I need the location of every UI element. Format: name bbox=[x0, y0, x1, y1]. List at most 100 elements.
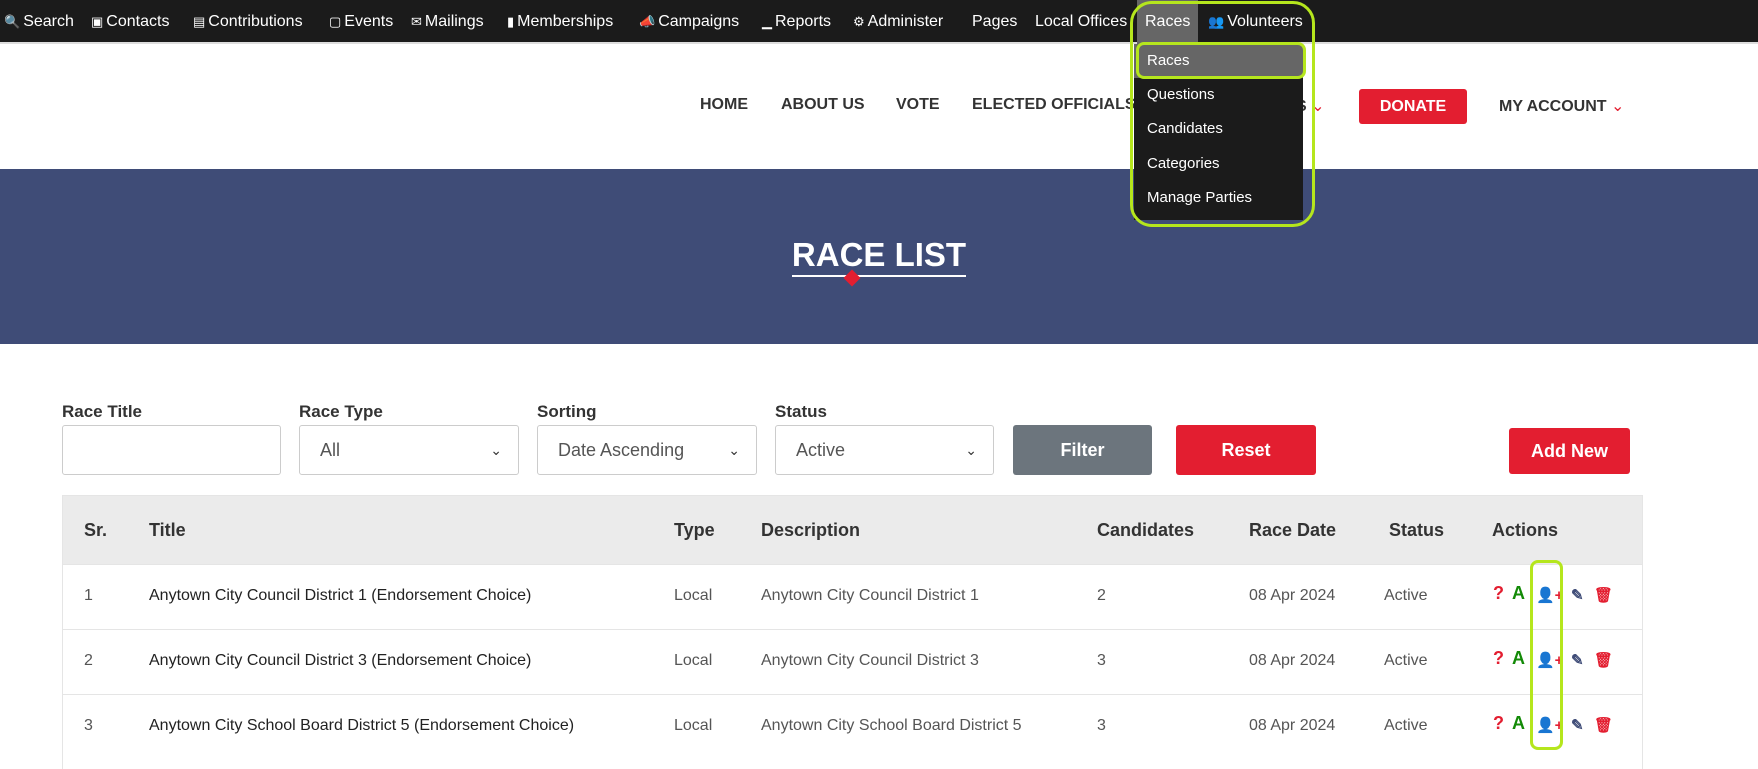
menu-mailings[interactable]: ✉ Mailings bbox=[411, 0, 484, 44]
race-title-label: Race Title bbox=[62, 402, 143, 421]
nav-vote[interactable]: VOTE bbox=[896, 96, 940, 114]
header-candidates: Candidates bbox=[1097, 520, 1195, 540]
header-description: Description bbox=[761, 520, 861, 540]
question-icon[interactable]: ? bbox=[1493, 713, 1504, 734]
cell-candidates: 2 bbox=[1097, 587, 1106, 604]
nav-elected-officials[interactable]: ELECTED OFFICIALS bbox=[972, 96, 1136, 114]
search-icon: 🔍 bbox=[4, 14, 21, 29]
menu-memberships[interactable]: ▮ Memberships bbox=[507, 0, 613, 44]
edit-icon[interactable]: ✎ bbox=[1571, 651, 1584, 669]
nav-about-us[interactable]: ABOUT US bbox=[781, 96, 865, 114]
highlight-outline-add-candidate-column bbox=[1530, 560, 1563, 750]
table-row: 2 Anytown City Council District 3 (Endors… bbox=[63, 629, 1642, 694]
trash-icon[interactable]: 🗑 bbox=[1594, 651, 1613, 669]
value: Date Ascending bbox=[558, 440, 685, 460]
cell-race-date: 08 Apr 2024 bbox=[1249, 587, 1336, 604]
header-status: Status bbox=[1389, 520, 1445, 540]
chevron-down-icon: ⌄ bbox=[490, 442, 502, 458]
question-icon[interactable]: ? bbox=[1493, 648, 1504, 669]
answer-a-icon[interactable]: A bbox=[1512, 713, 1525, 734]
header-type: Type bbox=[674, 520, 715, 540]
cell-race-date: 08 Apr 2024 bbox=[1249, 717, 1336, 734]
edit-icon[interactable]: ✎ bbox=[1571, 586, 1584, 604]
menu-events[interactable]: ▢ Events bbox=[329, 0, 393, 44]
chevron-down-icon: ⌄ bbox=[965, 442, 977, 458]
sorting-select[interactable]: Date Ascending ⌄ bbox=[537, 425, 757, 475]
nav-home[interactable]: HOME bbox=[700, 96, 748, 114]
reset-button[interactable]: Reset bbox=[1176, 425, 1316, 475]
label: Local Offices bbox=[1035, 13, 1128, 30]
cell-sr: 3 bbox=[84, 717, 93, 734]
chevron-down-icon: ⌄ bbox=[1611, 98, 1625, 115]
cell-title: Anytown City Council District 3 (Endorse… bbox=[149, 652, 532, 669]
bar-chart-icon: ▁ bbox=[762, 14, 772, 29]
trash-icon[interactable]: 🗑 bbox=[1594, 586, 1613, 604]
value: All bbox=[320, 440, 341, 460]
menu-reports[interactable]: ▁ Reports bbox=[762, 0, 831, 44]
page-title: RACE LIST bbox=[0, 236, 1758, 277]
value: Active bbox=[796, 440, 846, 460]
nav-my-account[interactable]: MY ACCOUNT ⌄ bbox=[1499, 96, 1624, 116]
contact-card-icon: ▣ bbox=[91, 14, 104, 29]
cell-status: Active bbox=[1384, 587, 1428, 604]
cell-status: Active bbox=[1384, 717, 1428, 734]
donate-button[interactable]: DONATE bbox=[1359, 89, 1467, 124]
label: Memberships bbox=[517, 13, 614, 30]
label: Mailings bbox=[424, 13, 484, 30]
race-type-label: Race Type bbox=[299, 402, 383, 421]
cell-candidates: 3 bbox=[1097, 652, 1106, 669]
label: Events bbox=[344, 13, 394, 30]
add-new-button[interactable]: Add New bbox=[1509, 428, 1630, 474]
answer-a-icon[interactable]: A bbox=[1512, 648, 1525, 669]
highlight-outline-races-item bbox=[1136, 42, 1306, 79]
cell-type: Local bbox=[674, 717, 713, 734]
filter-button[interactable]: Filter bbox=[1013, 425, 1152, 475]
admin-top-bar: 🔍 Search ▣ Contacts ▤ Contributions ▢ Events… bbox=[0, 0, 1758, 44]
status-select[interactable]: Active ⌄ bbox=[775, 425, 994, 475]
race-table: Sr. Title Type Description Candidates Ra… bbox=[62, 495, 1643, 769]
label: MY ACCOUNT bbox=[1499, 98, 1607, 115]
gears-icon: ⚙ bbox=[853, 14, 865, 29]
menu-pages[interactable]: Pages bbox=[972, 0, 1017, 44]
answer-a-icon[interactable]: A bbox=[1512, 583, 1525, 604]
title-text: RACE LIST bbox=[791, 236, 967, 277]
sorting-label: Sorting bbox=[537, 402, 597, 421]
bullhorn-icon: 📣 bbox=[639, 14, 656, 29]
question-icon[interactable]: ? bbox=[1493, 583, 1504, 604]
label: Campaigns bbox=[658, 13, 740, 30]
cell-sr: 2 bbox=[84, 652, 93, 669]
table-row: 1 Anytown City Council District 1 (Endors… bbox=[63, 564, 1642, 629]
chevron-down-icon: ⌄ bbox=[728, 442, 740, 458]
cell-race-date: 08 Apr 2024 bbox=[1249, 652, 1336, 669]
menu-search[interactable]: 🔍 Search bbox=[4, 0, 74, 44]
race-type-select[interactable]: All ⌄ bbox=[299, 425, 519, 475]
cell-description: Anytown City Council District 3 bbox=[761, 652, 979, 669]
race-title-input[interactable] bbox=[62, 425, 281, 475]
label: Contributions bbox=[208, 13, 303, 30]
trash-icon[interactable]: 🗑 bbox=[1594, 716, 1613, 734]
label: Administer bbox=[867, 13, 944, 30]
cell-sr: 1 bbox=[84, 587, 93, 604]
id-badge-icon: ▮ bbox=[507, 14, 515, 29]
table-row: 3 Anytown City School Board District 5 (E… bbox=[63, 694, 1642, 759]
menu-contacts[interactable]: ▣ Contacts bbox=[91, 0, 169, 44]
cell-status: Active bbox=[1384, 652, 1428, 669]
header-title: Title bbox=[149, 520, 186, 540]
cell-description: Anytown City Council District 1 bbox=[761, 587, 979, 604]
cell-type: Local bbox=[674, 587, 713, 604]
label: Reports bbox=[775, 13, 832, 30]
label: Pages bbox=[972, 13, 1018, 30]
highlight-outline-menu bbox=[1130, 1, 1315, 227]
label: Search bbox=[23, 13, 74, 30]
menu-local-offices[interactable]: Local Offices bbox=[1035, 0, 1127, 44]
cell-title: Anytown City Council District 1 (Endorse… bbox=[149, 587, 532, 604]
cell-title: Anytown City School Board District 5 (En… bbox=[149, 717, 575, 734]
header-sr: Sr. bbox=[84, 520, 108, 540]
menu-campaigns[interactable]: 📣 Campaigns bbox=[639, 0, 739, 44]
edit-icon[interactable]: ✎ bbox=[1571, 716, 1584, 734]
table-header: Sr. Title Type Description Candidates Ra… bbox=[63, 496, 1642, 564]
menu-administer[interactable]: ⚙ Administer bbox=[853, 0, 943, 44]
cell-candidates: 3 bbox=[1097, 717, 1106, 734]
site-header bbox=[0, 46, 1758, 169]
menu-contributions[interactable]: ▤ Contributions bbox=[193, 0, 303, 44]
